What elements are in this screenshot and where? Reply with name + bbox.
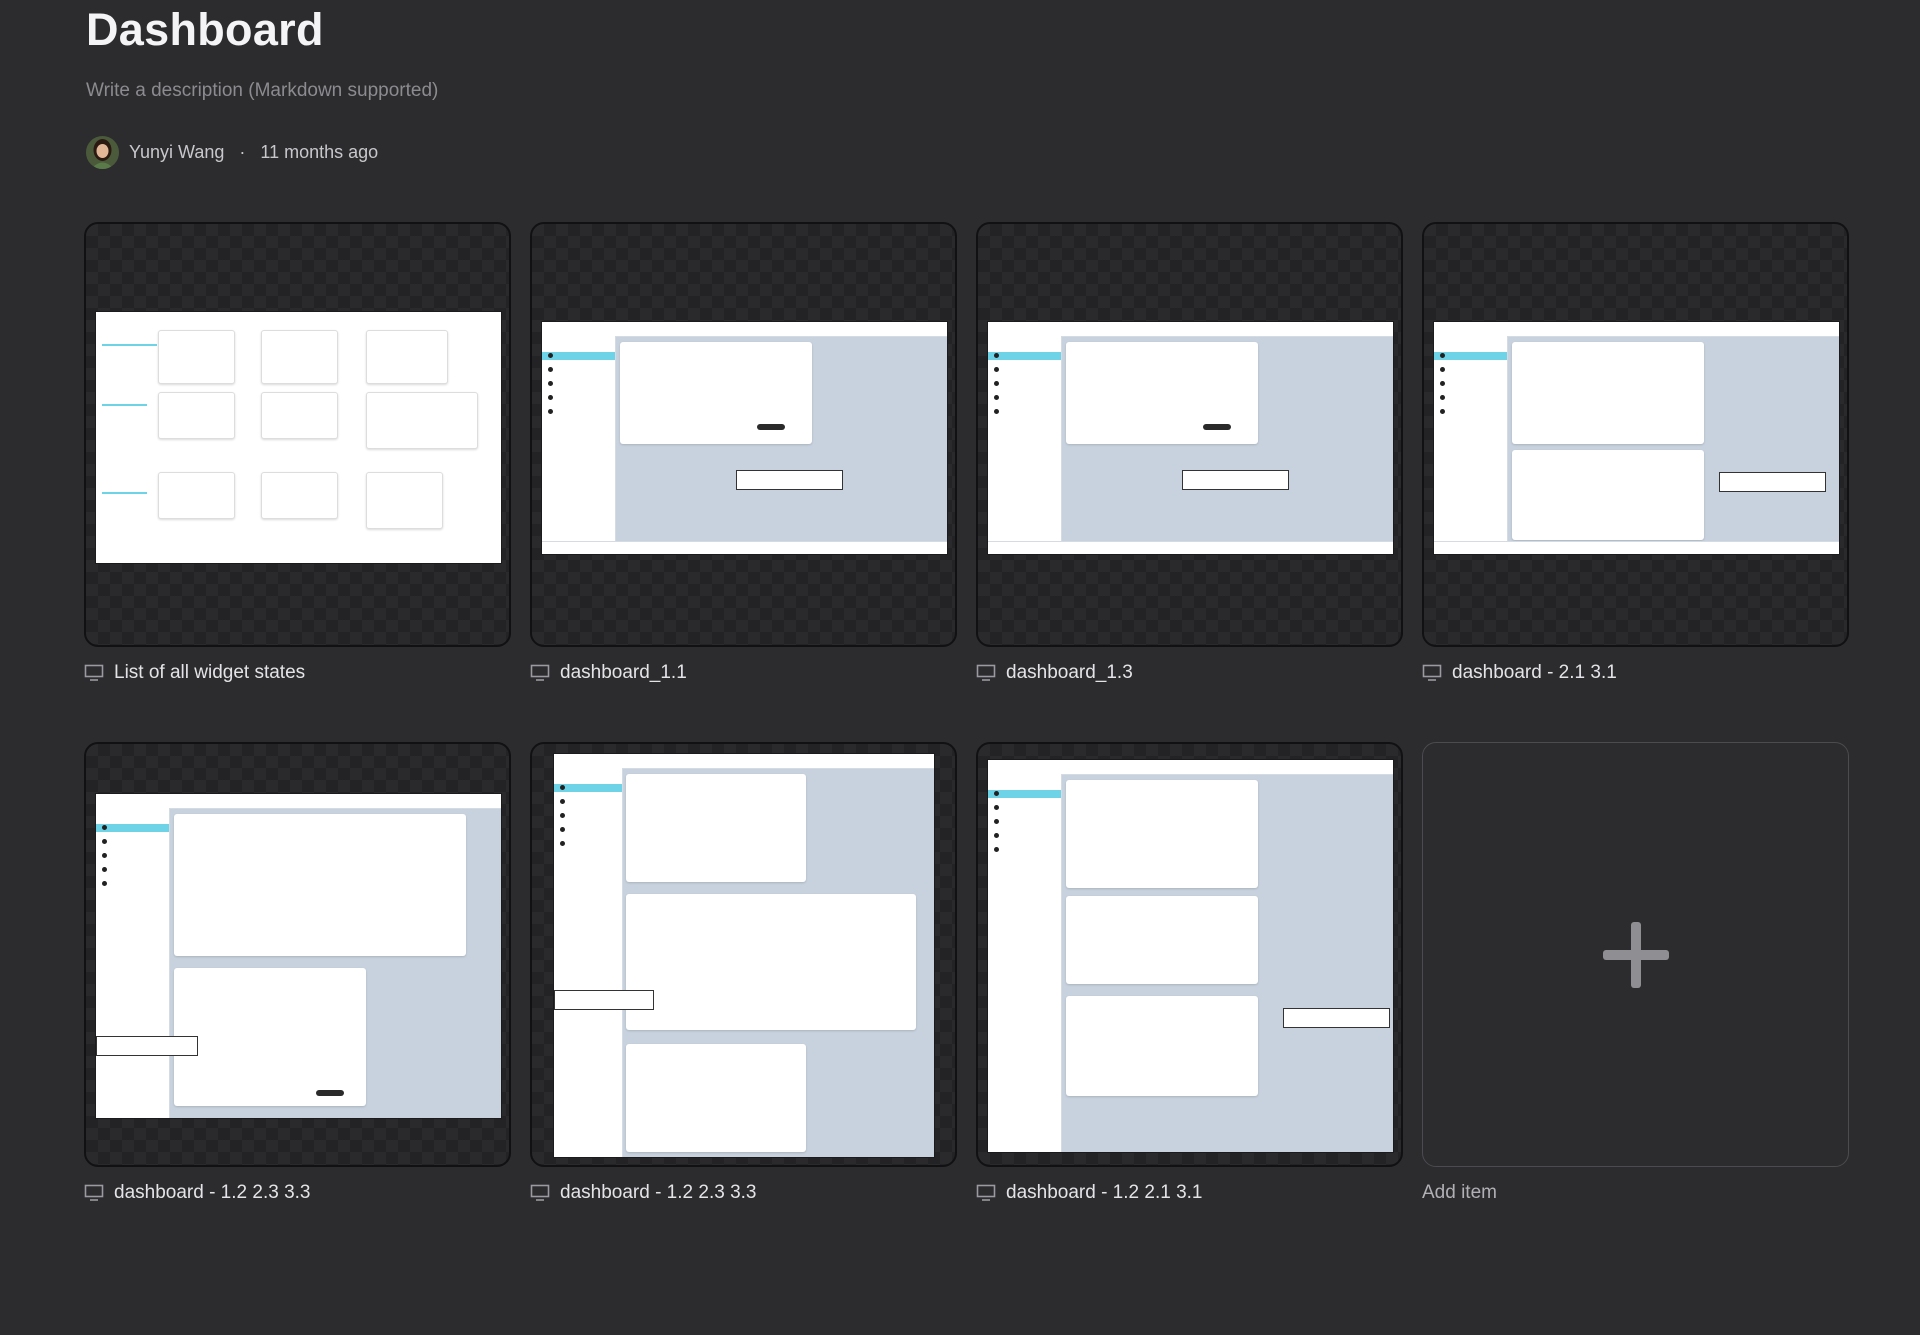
item-thumbnail[interactable]	[84, 222, 511, 647]
add-item-card[interactable]: Add item	[1422, 742, 1849, 1262]
description-input[interactable]: Write a description (Markdown supported)	[86, 80, 438, 102]
item-thumbnail[interactable]	[976, 742, 1403, 1167]
item-thumbnail[interactable]	[84, 742, 511, 1167]
monitor-icon	[84, 664, 104, 681]
item-title: List of all widget states	[114, 662, 306, 683]
monitor-icon	[84, 1184, 104, 1201]
item-title: dashboard - 1.2 2.3 3.3	[560, 1182, 757, 1203]
item-label[interactable]: dashboard - 1.2 2.3 3.3	[530, 1182, 756, 1204]
item-title: dashboard - 1.2 2.3 3.3	[114, 1182, 311, 1203]
timestamp: 11 months ago	[260, 142, 379, 162]
item-thumbnail[interactable]	[976, 222, 1403, 647]
item-label[interactable]: dashboard_1.1	[530, 662, 687, 684]
author-meta: Yunyi Wang · 11 months ago	[86, 136, 378, 169]
item-card[interactable]: dashboard_1.1	[530, 222, 957, 742]
thumbnail-image	[96, 312, 501, 563]
item-thumbnail[interactable]	[530, 742, 957, 1167]
add-item-label[interactable]: Add item	[1422, 1182, 1497, 1204]
plus-icon	[1602, 921, 1669, 988]
item-thumbnail[interactable]	[1422, 222, 1849, 647]
item-label[interactable]: dashboard - 1.2 2.1 3.1	[976, 1182, 1202, 1204]
item-card[interactable]: List of all widget states	[84, 222, 511, 742]
add-item-button[interactable]	[1422, 742, 1849, 1167]
thumbnail-image	[988, 760, 1393, 1152]
monitor-icon	[530, 1184, 550, 1201]
item-title: dashboard - 1.2 2.1 3.1	[1006, 1182, 1203, 1203]
item-card[interactable]: dashboard - 1.2 2.1 3.1	[976, 742, 1403, 1262]
item-label[interactable]: List of all widget states	[84, 662, 305, 684]
avatar[interactable]	[86, 136, 119, 169]
monitor-icon	[976, 664, 996, 681]
monitor-icon	[530, 664, 550, 681]
thumbnail-image	[1434, 322, 1839, 554]
monitor-icon	[1422, 664, 1442, 681]
meta-separator: ·	[234, 142, 251, 162]
item-card[interactable]: dashboard_1.3	[976, 222, 1403, 742]
thumbnail-image	[554, 754, 934, 1157]
item-title: dashboard - 2.1 3.1	[1452, 662, 1617, 683]
item-title: dashboard_1.1	[560, 662, 687, 683]
item-thumbnail[interactable]	[530, 222, 957, 647]
item-label[interactable]: dashboard_1.3	[976, 662, 1133, 684]
item-label[interactable]: dashboard - 1.2 2.3 3.3	[84, 1182, 310, 1204]
thumbnail-image	[542, 322, 947, 554]
item-card[interactable]: dashboard - 1.2 2.3 3.3	[530, 742, 957, 1262]
item-card[interactable]: dashboard - 2.1 3.1	[1422, 222, 1849, 742]
thumbnail-image	[96, 794, 501, 1118]
monitor-icon	[976, 1184, 996, 1201]
page-title[interactable]: Dashboard	[86, 4, 324, 56]
thumbnail-image	[988, 322, 1393, 554]
item-grid: List of all widget states dashboard_1.1	[84, 222, 1852, 1262]
item-title: dashboard_1.3	[1006, 662, 1133, 683]
item-card[interactable]: dashboard - 1.2 2.3 3.3	[84, 742, 511, 1262]
item-label[interactable]: dashboard - 2.1 3.1	[1422, 662, 1617, 684]
author-name[interactable]: Yunyi Wang	[129, 142, 224, 163]
